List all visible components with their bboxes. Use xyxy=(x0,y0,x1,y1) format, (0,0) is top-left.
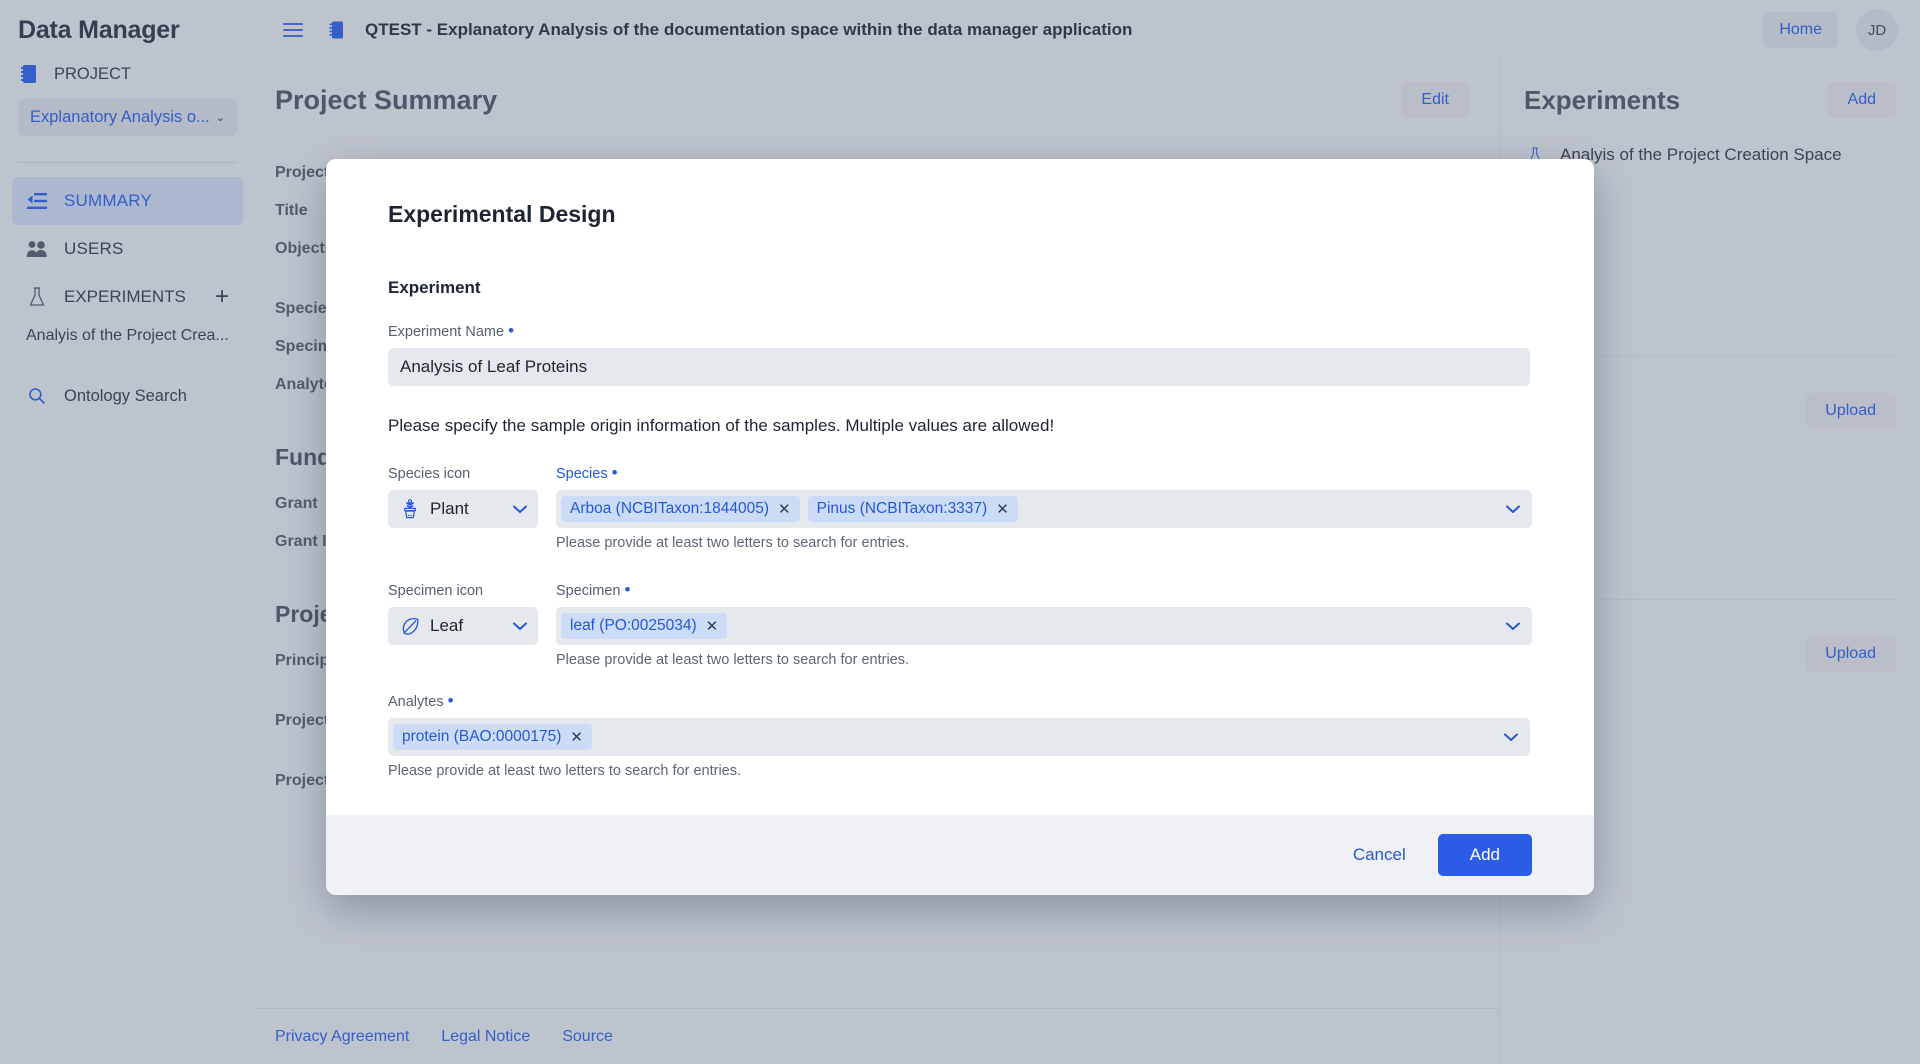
species-hint: Please provide at least two letters to s… xyxy=(556,535,1532,551)
token-chip[interactable]: protein (BAO:0000175) ✕ xyxy=(393,724,592,750)
experiment-name-label: Experiment Name • xyxy=(388,324,1532,340)
specimen-icon-column: Specimen icon Leaf xyxy=(388,569,538,668)
cancel-button[interactable]: Cancel xyxy=(1339,835,1420,875)
specimen-icon-select[interactable]: Leaf xyxy=(388,607,538,645)
dialog-footer: Cancel Add xyxy=(326,815,1594,895)
token-label: protein (BAO:0000175) xyxy=(402,728,561,746)
specimen-icon-label: Specimen icon xyxy=(388,583,538,599)
chevron-down-icon[interactable] xyxy=(1504,730,1518,745)
specimen-column: Specimen • leaf (PO:0025034) ✕ xyxy=(556,569,1532,668)
remove-token-icon[interactable]: ✕ xyxy=(706,617,719,635)
species-label: Species • xyxy=(556,466,1532,482)
experimental-design-dialog: Experimental Design Experiment Experimen… xyxy=(326,159,1594,895)
token-chip[interactable]: leaf (PO:0025034) ✕ xyxy=(561,613,727,639)
analytes-label-text: Analytes xyxy=(388,694,444,710)
specimen-tokens: leaf (PO:0025034) ✕ xyxy=(561,613,1506,639)
experiment-name-label-text: Experiment Name xyxy=(388,324,504,340)
remove-token-icon[interactable]: ✕ xyxy=(996,500,1009,518)
remove-token-icon[interactable]: ✕ xyxy=(570,728,583,746)
analytes-hint: Please provide at least two letters to s… xyxy=(388,763,1532,779)
dialog-section-title: Experiment xyxy=(388,278,1532,298)
analytes-label: Analytes • xyxy=(388,694,1532,710)
analytes-token-input[interactable]: protein (BAO:0000175) ✕ xyxy=(388,718,1530,756)
leaf-icon xyxy=(399,615,421,637)
required-marker: • xyxy=(508,321,514,340)
remove-token-icon[interactable]: ✕ xyxy=(778,500,791,518)
species-icon-value: Plant xyxy=(430,499,504,519)
specimen-label: Specimen • xyxy=(556,583,1532,599)
chevron-down-icon xyxy=(513,502,527,517)
required-marker: • xyxy=(625,580,631,599)
specimen-row: Specimen icon Leaf xyxy=(388,569,1532,668)
token-chip[interactable]: Arboa (NCBITaxon:1844005) ✕ xyxy=(561,496,800,522)
species-token-input[interactable]: Arboa (NCBITaxon:1844005) ✕ Pinus (NCBIT… xyxy=(556,490,1532,528)
token-chip[interactable]: Pinus (NCBITaxon:3337) ✕ xyxy=(808,496,1018,522)
specimen-hint: Please provide at least two letters to s… xyxy=(556,652,1532,668)
chevron-down-icon[interactable] xyxy=(1506,619,1520,634)
chevron-down-icon[interactable] xyxy=(1506,502,1520,517)
dialog-body: Experimental Design Experiment Experimen… xyxy=(326,159,1594,815)
species-icon-select[interactable]: Plant xyxy=(388,490,538,528)
token-label: Pinus (NCBITaxon:3337) xyxy=(817,500,988,518)
species-tokens: Arboa (NCBITaxon:1844005) ✕ Pinus (NCBIT… xyxy=(561,496,1506,522)
species-row: Species icon xyxy=(388,440,1532,551)
dialog-title: Experimental Design xyxy=(388,201,1532,228)
species-column: Species • Arboa (NCBITaxon:1844005) ✕ Pi… xyxy=(556,440,1532,551)
required-marker: • xyxy=(612,463,618,482)
add-button[interactable]: Add xyxy=(1438,834,1532,876)
species-icon-label: Species icon xyxy=(388,466,538,482)
chevron-down-icon xyxy=(513,619,527,634)
species-icon-column: Species icon xyxy=(388,440,538,551)
plant-icon xyxy=(399,498,421,520)
token-label: leaf (PO:0025034) xyxy=(570,617,697,635)
analytes-tokens: protein (BAO:0000175) ✕ xyxy=(393,724,1504,750)
app-root: Data Manager PROJECT Explanatory Analysi… xyxy=(0,0,1920,1064)
sample-origin-instruction: Please specify the sample origin informa… xyxy=(388,416,1532,436)
specimen-icon-value: Leaf xyxy=(430,616,504,636)
specimen-label-text: Specimen xyxy=(556,583,620,599)
experiment-name-input[interactable] xyxy=(388,348,1530,386)
analytes-row: Analytes • protein (BAO:0000175) ✕ Pleas… xyxy=(388,694,1532,779)
specimen-token-input[interactable]: leaf (PO:0025034) ✕ xyxy=(556,607,1532,645)
required-marker: • xyxy=(448,691,454,710)
species-label-text: Species xyxy=(556,466,608,482)
token-label: Arboa (NCBITaxon:1844005) xyxy=(570,500,769,518)
